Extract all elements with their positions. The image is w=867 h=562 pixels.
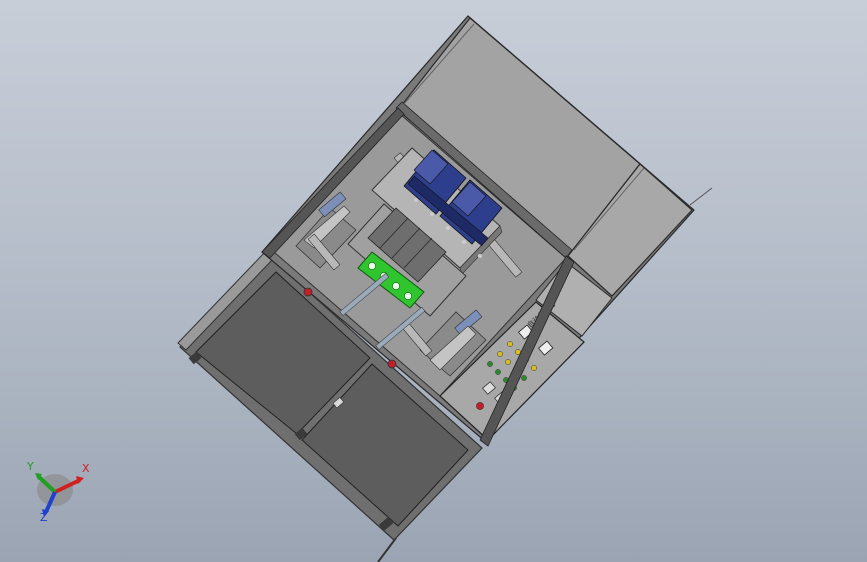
triad-y-label: Y — [26, 460, 34, 473]
start-button-right[interactable] — [387, 359, 397, 369]
coordinate-triad: X Y Z — [26, 460, 90, 524]
stray-edge-line — [689, 187, 713, 206]
fixture-hole — [392, 282, 400, 290]
motor-bolt — [446, 226, 450, 230]
indicator-light[interactable] — [495, 369, 501, 375]
fixture-hole — [368, 262, 376, 270]
indicator-light[interactable] — [487, 361, 493, 367]
fixture-hole — [404, 292, 412, 300]
start-button-left[interactable] — [303, 287, 313, 297]
motor-bolt — [414, 198, 418, 202]
cad-viewport[interactable]: 自动化设备 — [0, 0, 867, 562]
motor-bolt — [462, 240, 466, 244]
machine-model[interactable]: 自动化设备 — [177, 15, 695, 541]
indicator-light[interactable] — [531, 365, 537, 371]
motor-bolt — [478, 254, 482, 258]
stray-edge-line — [377, 537, 397, 562]
indicator-light[interactable] — [521, 375, 527, 381]
triad-z-label: Z — [40, 511, 48, 524]
emergency-stop-button[interactable] — [476, 402, 484, 410]
indicator-light[interactable] — [507, 341, 513, 347]
triad-x-label: X — [82, 462, 90, 475]
motor-bolt — [430, 212, 434, 216]
indicator-light[interactable] — [497, 351, 503, 357]
indicator-light[interactable] — [505, 359, 511, 365]
indicator-light[interactable] — [515, 349, 521, 355]
